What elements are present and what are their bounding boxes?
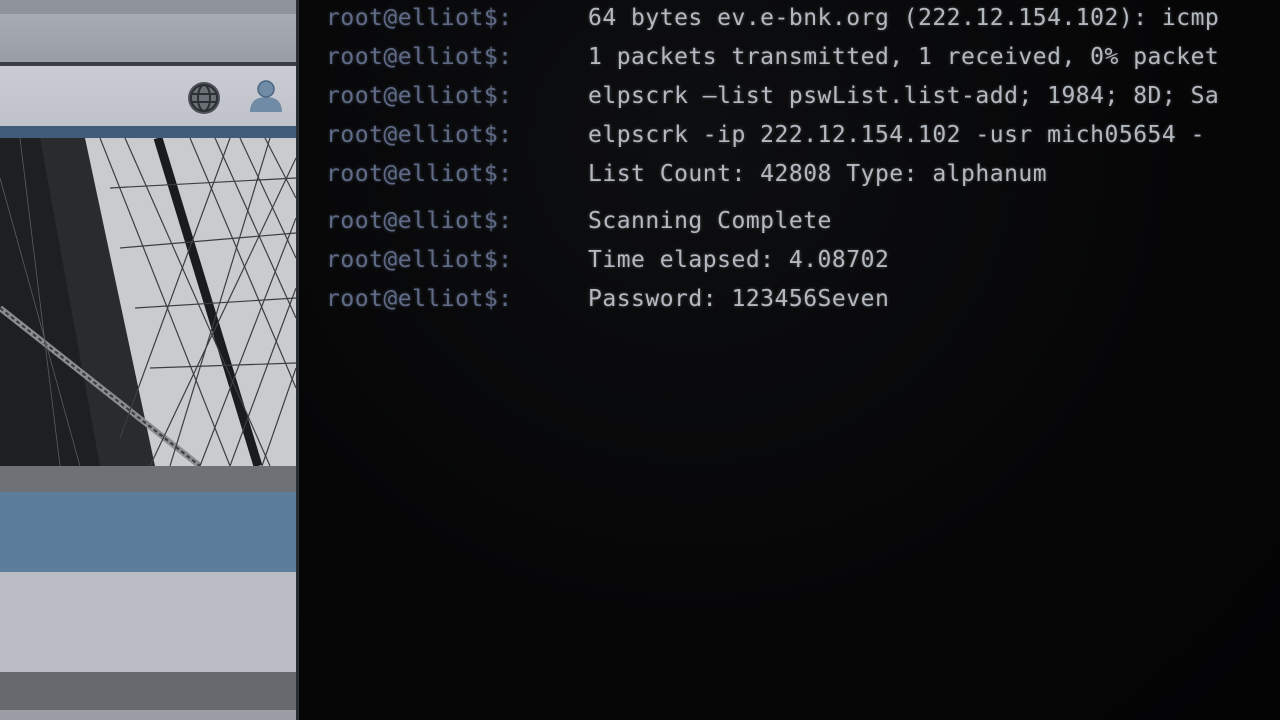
terminal-output: Scanning Complete [588,208,832,234]
terminal-output: List Count: 42808 Type: alphanum [588,161,1048,187]
footer-bar [0,672,296,710]
terminal-prompt: root@elliot$: [326,208,513,234]
browser-title-bar [0,14,299,62]
screen: root@elliot$: 64 bytes ev.e-bnk.org (222… [0,0,1280,720]
bridge-photo [0,138,296,466]
terminal-prompt: root@elliot$: [326,122,513,148]
user-icon[interactable] [246,76,286,116]
browser-window [0,0,299,720]
terminal-window[interactable]: root@elliot$: 64 bytes ev.e-bnk.org (222… [299,0,1280,720]
content-divider-bar [0,466,296,492]
terminal-prompt: root@elliot$: [326,161,513,187]
content-banner [0,492,296,572]
terminal-command: elpscrk -ip 222.12.154.102 -usr mich0565… [588,122,1205,148]
terminal-prompt: root@elliot$: [326,5,513,31]
terminal-output: Time elapsed: 4.08702 [588,247,890,273]
terminal-output: Password: 123456Seven [588,286,890,312]
browser-top-bar [0,0,299,14]
terminal-prompt: root@elliot$: [326,286,513,312]
terminal-output: 64 bytes ev.e-bnk.org (222.12.154.102): … [588,5,1220,31]
content-panel [0,572,296,672]
globe-icon[interactable] [186,80,222,116]
terminal-command: elpscrk –list pswList.list-add; 1984; 8D… [588,83,1220,109]
terminal-prompt: root@elliot$: [326,83,513,109]
terminal-prompt: root@elliot$: [326,247,513,273]
nav-band [0,126,296,138]
footer-strip [0,710,296,720]
terminal-prompt: root@elliot$: [326,44,513,70]
terminal-output: 1 packets transmitted, 1 received, 0% pa… [588,44,1220,70]
